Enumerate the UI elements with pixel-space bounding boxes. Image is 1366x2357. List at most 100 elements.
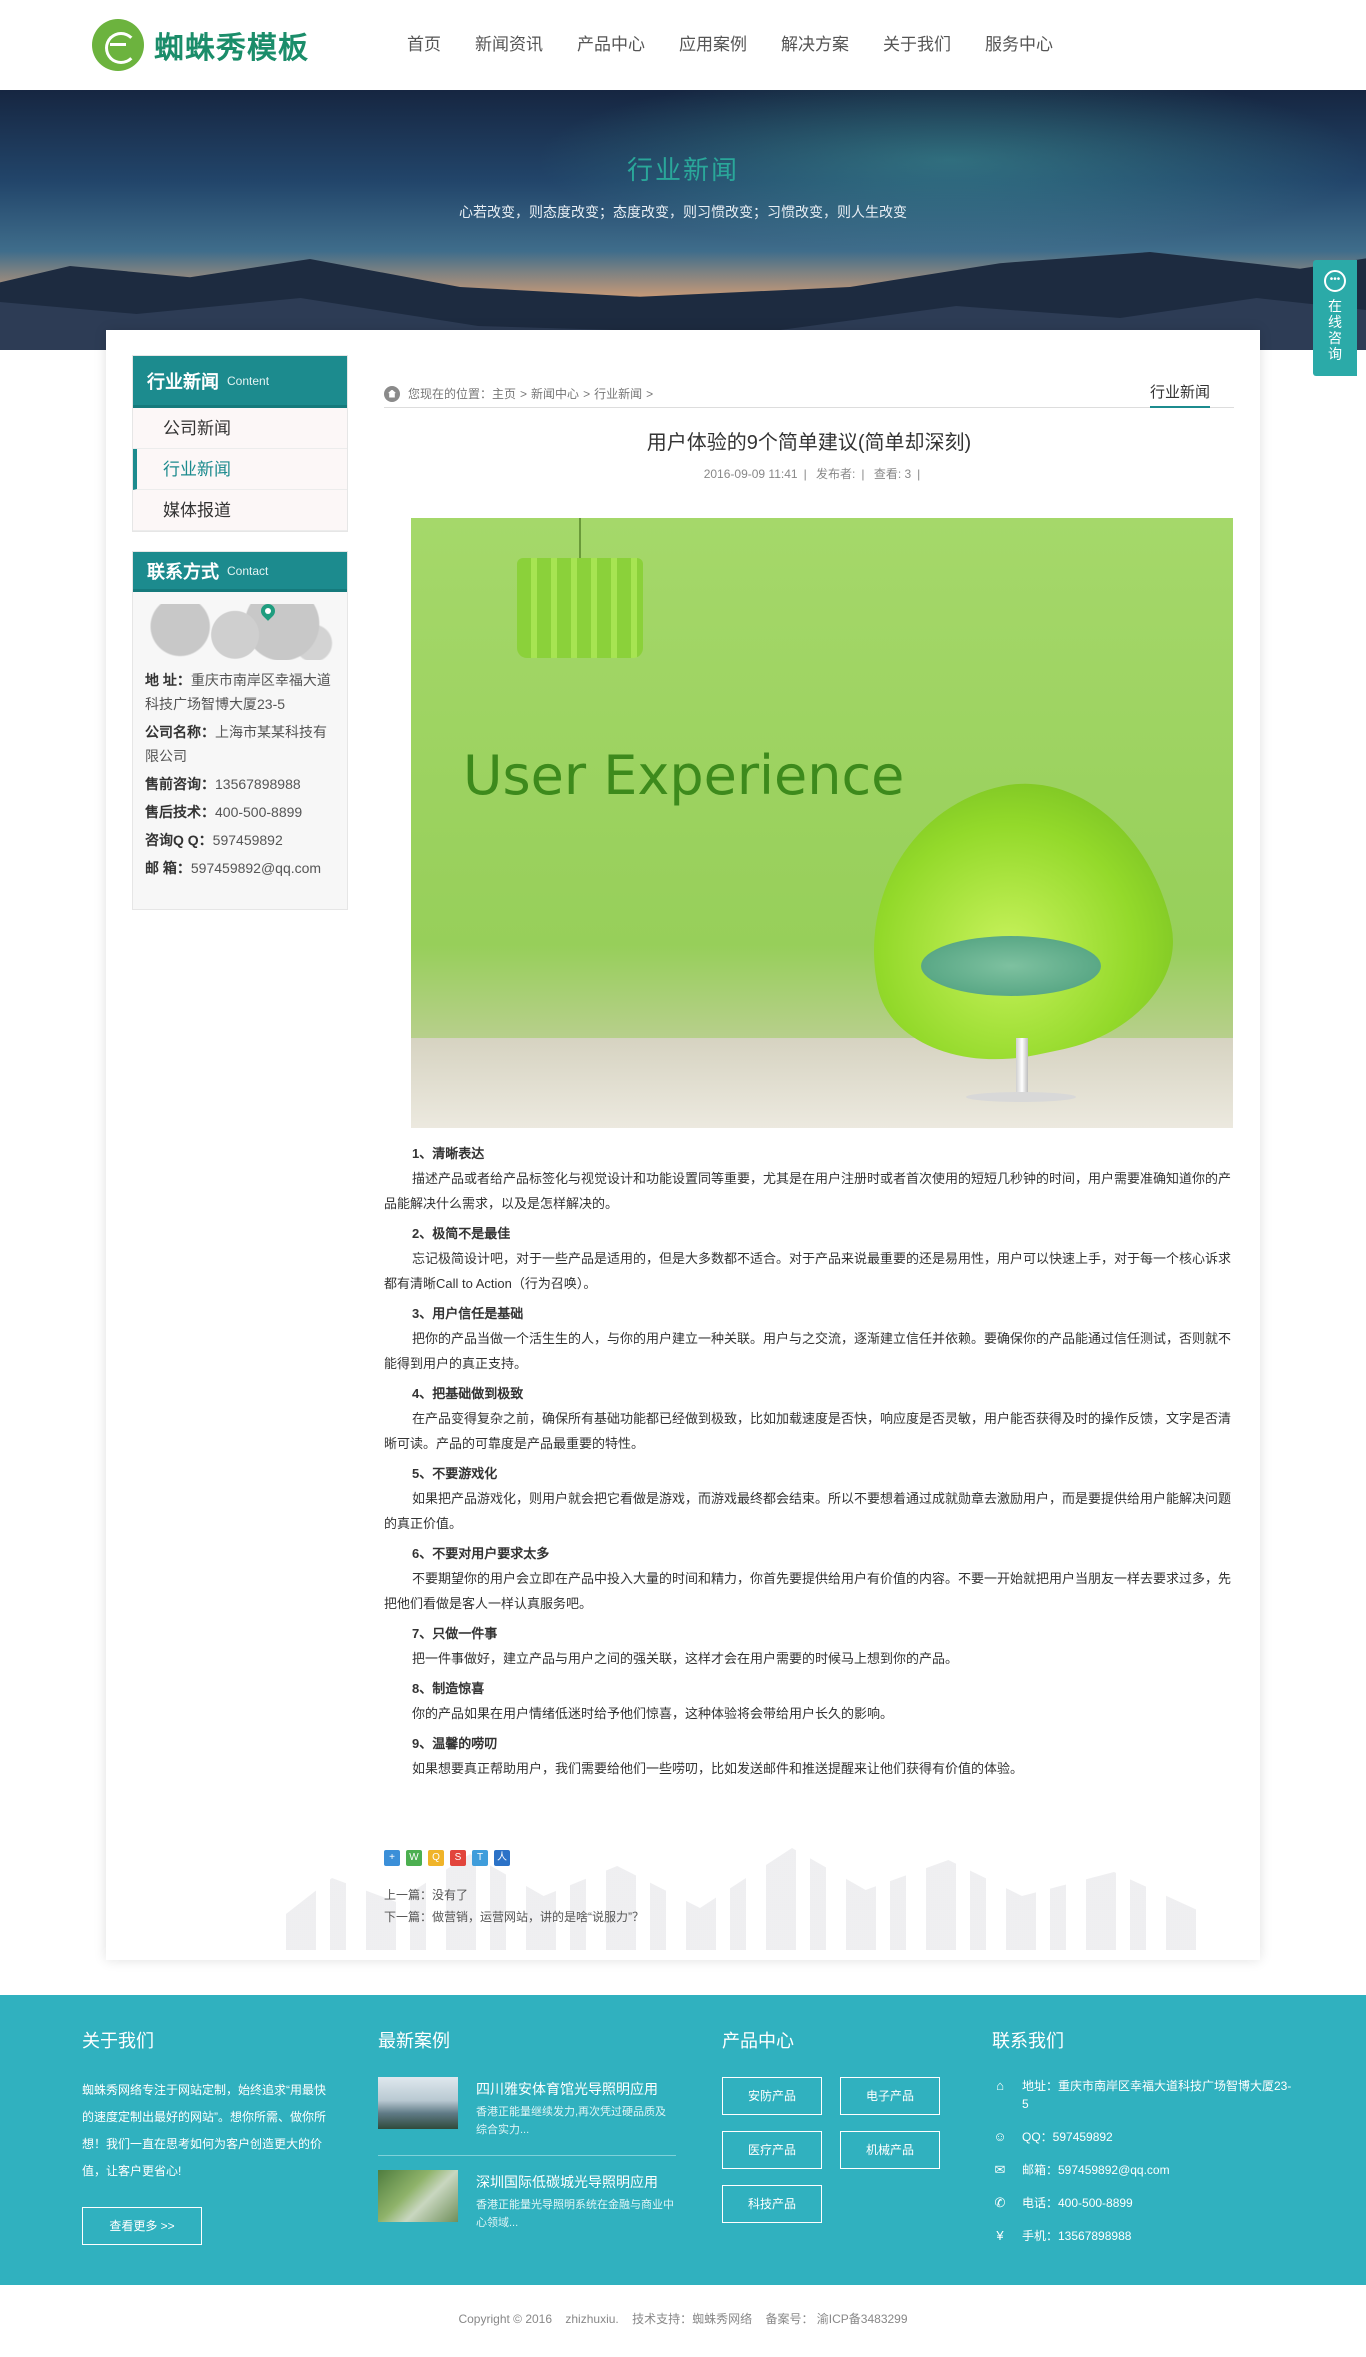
lamp-cord xyxy=(579,518,581,560)
product-medical[interactable]: 医疗产品 xyxy=(722,2131,822,2169)
case-description: 香港正能量光导照明系统在金融与商业中心领域... xyxy=(476,2199,674,2229)
section-paragraph: 在产品变得复杂之前，确保所有基础功能都已经做到极致，比如加载速度是否快，响应度是… xyxy=(384,1411,1232,1451)
share-renren-icon[interactable]: 人 xyxy=(494,1850,510,1866)
logo-icon xyxy=(92,19,144,71)
contact-company: 公司名称：上海市某某科技有限公司 xyxy=(145,724,327,764)
sidebar-contact-title: 联系方式 xyxy=(147,561,219,582)
section-paragraph: 把一件事做好，建立产品与用户之间的强关联，这样才会在用户需要的时候马上想到你的产… xyxy=(412,1651,959,1666)
section-heading: 7、只做一件事 xyxy=(412,1626,498,1641)
case-thumbnail xyxy=(378,2170,458,2222)
share-more-icon[interactable]: + xyxy=(384,1850,400,1866)
section-paragraph: 你的产品如果在用户情绪低迷时给予他们惊喜，这种体验将会带给用户长久的影响。 xyxy=(412,1706,894,1721)
sidebar-item-media-reports[interactable]: 媒体报道 xyxy=(133,490,347,531)
breadcrumb-separator: > xyxy=(520,386,528,401)
sidebar-news-header: 行业新闻 Content xyxy=(133,356,347,408)
section-paragraph: 忘记极简设计吧，对于一些产品是适用的，但是大多数都不适合。对于产品来说最重要的还… xyxy=(384,1251,1232,1291)
case-item[interactable]: 深圳国际低碳城光导照明应用 香港正能量光导照明系统在金融与商业中心领域... xyxy=(378,2155,676,2233)
share-wechat-icon[interactable]: W xyxy=(406,1850,422,1866)
footer-contact: 联系我们 ⌂ 地址：重庆市南岸区幸福大道科技广场智博大厦23-5 ☺ QQ：59… xyxy=(992,1995,1292,2260)
chat-icon: ••• xyxy=(1324,270,1346,292)
nav-service[interactable]: 服务中心 xyxy=(968,0,1070,90)
icp-number[interactable]: 备案号： 渝ICP备3483299 xyxy=(765,2312,907,2326)
nav-home[interactable]: 首页 xyxy=(390,0,458,90)
case-description: 香港正能量继续发力,再次凭过硬品质及综合实力... xyxy=(476,2106,667,2136)
section-paragraph: 如果想要真正帮助用户，我们需要给他们一些唠叨，比如发送邮件和推送提醒来让他们获得… xyxy=(412,1761,1024,1776)
next-article-link[interactable]: 下一篇：做营销，运营网站，讲的是啥“说服力”？ xyxy=(384,1906,644,1928)
share-tqq-icon[interactable]: T xyxy=(472,1850,488,1866)
product-machinery[interactable]: 机械产品 xyxy=(840,2131,940,2169)
nav-news[interactable]: 新闻资讯 xyxy=(458,0,560,90)
section-heading: 2、极简不是最佳 xyxy=(412,1226,511,1241)
sidebar-item-industry-news[interactable]: 行业新闻 xyxy=(133,449,347,490)
lamp-shade xyxy=(517,558,643,658)
section-heading: 5、不要游戏化 xyxy=(412,1466,498,1481)
section-heading: 4、把基础做到极致 xyxy=(412,1386,524,1401)
footer-contact-mobile: ¥ 手机：13567898988 xyxy=(992,2227,1292,2245)
sidebar-news-title: 行业新闻 xyxy=(147,371,219,392)
tech-support[interactable]: 技术支持：蜘蛛秀网络 xyxy=(632,2312,752,2326)
contact-presale: 售前咨询：13567898988 xyxy=(145,776,301,792)
article-views: 查看: 3 xyxy=(873,467,912,481)
footer-cases-title: 最新案例 xyxy=(378,2031,450,2051)
view-more-button[interactable]: 查看更多 >> xyxy=(82,2207,202,2245)
contact-qq: 咨询Q Q：597459892 xyxy=(145,832,283,848)
online-consult-tab[interactable]: ••• 在线咨询 xyxy=(1313,260,1357,376)
chair-base xyxy=(966,1092,1076,1102)
footer-cases: 最新案例 四川雅安体育馆光导照明应用 香港正能量继续发力,再次凭过硬品质及综合实… xyxy=(378,1995,676,2233)
footer-about-title: 关于我们 xyxy=(82,2031,154,2051)
qq-icon: ☺ xyxy=(993,2129,1007,2144)
contact-address: 地 址：重庆市南岸区幸福大道科技广场智博大厦23-5 xyxy=(145,672,331,712)
yen-icon: ¥ xyxy=(996,2228,1004,2243)
copyright-bar: Copyright © 2016 zhizhuxiu. 技术支持：蜘蛛秀网络 备… xyxy=(0,2285,1366,2357)
sidebar-news-menu: 行业新闻 Content 公司新闻 行业新闻 媒体报道 xyxy=(132,355,348,532)
section-paragraph: 不要期望你的用户会立即在产品中投入大量的时间和精力，你首先要提供给用户有价值的内… xyxy=(384,1571,1232,1611)
section-paragraph: 把你的产品当做一个活生生的人，与你的用户建立一种关联。用户与之交流，逐渐建立信任… xyxy=(384,1331,1232,1371)
footer-contact-email: ✉ 邮箱：597459892@qq.com xyxy=(992,2161,1292,2179)
logo-text: 蜘蛛秀模板 xyxy=(154,32,309,65)
breadcrumb-news-center[interactable]: 新闻中心 xyxy=(531,385,579,402)
footer-products: 产品中心 安防产品 电子产品 医疗产品 机械产品 科技产品 xyxy=(722,1995,940,2223)
article-author: 发布者: xyxy=(816,467,856,481)
nav-about[interactable]: 关于我们 xyxy=(866,0,968,90)
chair-cushion xyxy=(921,936,1101,996)
breadcrumb-industry-news[interactable]: 行业新闻 xyxy=(594,385,642,402)
footer-contact-title: 联系我们 xyxy=(992,2031,1064,2051)
product-technology[interactable]: 科技产品 xyxy=(722,2185,822,2223)
product-electronics[interactable]: 电子产品 xyxy=(840,2077,940,2115)
share-weibo-icon[interactable]: S xyxy=(450,1850,466,1866)
map-continents xyxy=(141,604,337,660)
footer-about-text: 蜘蛛秀网络专注于网站定制，始终追求“用最快的速度定制出最好的网站”。想你所需、做… xyxy=(82,2083,326,2178)
page-banner: 行业新闻 心若改变，则态度改变；态度改变，则习惯改变；习惯改变，则人生改变 xyxy=(0,90,1366,350)
case-item[interactable]: 四川雅安体育馆光导照明应用 香港正能量继续发力,再次凭过硬品质及综合实力... xyxy=(378,2077,676,2155)
section-heading: 3、用户信任是基础 xyxy=(412,1306,524,1321)
article-body: 1、清晰表达 描述产品或者给产品标签化与视觉设计和功能设置同等重要，尤其是在用户… xyxy=(384,1136,1234,1781)
share-qzone-icon[interactable]: Q xyxy=(428,1850,444,1866)
phone-icon: ✆ xyxy=(994,2195,1006,2210)
mail-icon: ✉ xyxy=(994,2162,1006,2177)
case-title: 深圳国际低碳城光导照明应用 xyxy=(476,2174,658,2190)
site-logo[interactable]: 蜘蛛秀模板 xyxy=(92,18,309,72)
copyright-text: Copyright © 2016 xyxy=(458,2312,553,2326)
contact-email: 邮 箱：597459892@qq.com xyxy=(145,860,322,876)
sidebar-contact: 联系方式 Contact 地 址：重庆市南岸区幸福大道科技广场智博大厦23-5 … xyxy=(132,551,348,910)
nav-products[interactable]: 产品中心 xyxy=(560,0,662,90)
breadcrumb-current-tab: 行业新闻 xyxy=(1149,381,1210,408)
breadcrumb-prefix: 您现在的位置： xyxy=(408,387,493,401)
nav-solutions[interactable]: 解决方案 xyxy=(764,0,866,90)
footer-products-title: 产品中心 xyxy=(722,2031,794,2051)
section-heading: 8、制造惊喜 xyxy=(412,1681,485,1696)
chair-stem xyxy=(1016,1038,1028,1096)
product-security[interactable]: 安防产品 xyxy=(722,2077,822,2115)
nav-cases[interactable]: 应用案例 xyxy=(662,0,764,90)
section-heading: 1、清晰表达 xyxy=(412,1146,485,1161)
image-floor xyxy=(411,1038,1233,1128)
article-date: 2016-09-09 11:41 xyxy=(703,467,798,481)
footer-about: 关于我们 蜘蛛秀网络专注于网站定制，始终追求“用最快的速度定制出最好的网站”。想… xyxy=(82,1995,332,2245)
main-content: 行业新闻 Content 公司新闻 行业新闻 媒体报道 联系方式 Contact… xyxy=(106,330,1260,1960)
product-links: 安防产品 电子产品 医疗产品 机械产品 科技产品 xyxy=(722,2077,940,2223)
sidebar-item-company-news[interactable]: 公司新闻 xyxy=(133,408,347,449)
breadcrumb-home[interactable]: 主页 xyxy=(492,385,516,402)
section-paragraph: 描述产品或者给产品标签化与视觉设计和功能设置同等重要，尤其是在用户注册时或者首次… xyxy=(384,1171,1232,1211)
prev-article-link[interactable]: 上一篇：没有了 xyxy=(384,1884,644,1906)
article-meta: 2016-09-09 11:41 | 发布者: | 查看: 3 | xyxy=(703,467,921,481)
